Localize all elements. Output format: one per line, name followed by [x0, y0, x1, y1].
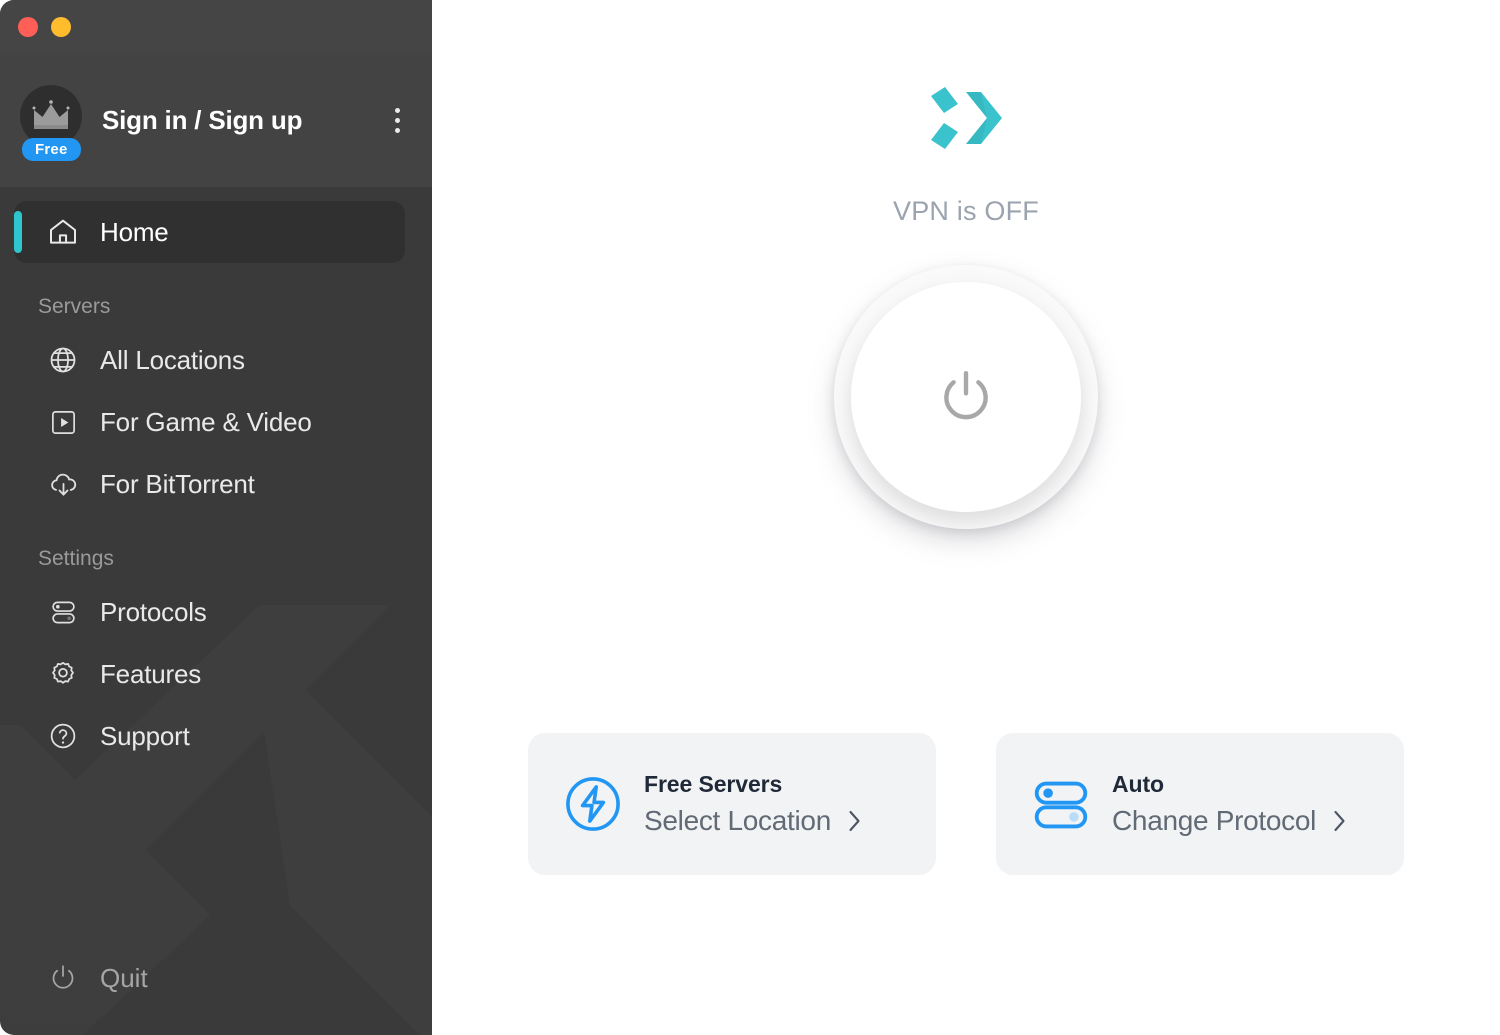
- sidebar-item-label: For BitTorrent: [100, 468, 255, 499]
- account-name: Sign in / Sign up: [102, 104, 303, 135]
- sidebar-section-settings: Settings Protocols Features Support: [0, 521, 432, 767]
- sidebar-item-label: For Game & Video: [100, 406, 312, 437]
- sidebar-nav: Home Servers All Locations For Game & Vi…: [0, 187, 432, 767]
- lightning-circle-icon: [560, 772, 626, 836]
- sidebar-section-title: Servers: [38, 295, 111, 318]
- toggles-icon: [46, 595, 80, 629]
- sidebar-item-for-bittorrent[interactable]: For BitTorrent: [14, 453, 405, 515]
- app-window: Free Sign in / Sign up Home Servers All …: [0, 0, 1500, 1035]
- power-button[interactable]: [834, 265, 1098, 529]
- power-icon: [944, 371, 988, 420]
- avatar: Free: [20, 85, 82, 161]
- minimize-button[interactable]: [51, 16, 71, 37]
- chevron-right-icon: [1332, 808, 1348, 834]
- cloud-download-icon: [46, 467, 80, 501]
- free-badge: Free: [22, 138, 81, 161]
- card-action[interactable]: Select Location: [644, 805, 863, 837]
- sidebar-item-label: Home: [100, 216, 169, 247]
- change-protocol-card[interactable]: Auto Change Protocol: [996, 733, 1404, 875]
- kebab-menu-icon[interactable]: [384, 104, 410, 136]
- card-action-label: Select Location: [644, 805, 831, 836]
- sidebar-item-all-locations[interactable]: All Locations: [14, 329, 405, 391]
- sidebar-item-label: Features: [100, 658, 202, 689]
- free-servers-card[interactable]: Free Servers Select Location: [528, 733, 936, 875]
- sidebar-item-support[interactable]: Support: [14, 705, 405, 767]
- sidebar-item-home[interactable]: Home: [14, 201, 405, 263]
- play-square-icon: [46, 405, 80, 439]
- sidebar: Free Sign in / Sign up Home Servers All …: [0, 0, 432, 1035]
- change-protocol-card-text: Auto Change Protocol: [1112, 771, 1348, 837]
- free-servers-card-text: Free Servers Select Location: [644, 771, 863, 837]
- titlebar: [0, 0, 432, 53]
- sidebar-item-label: Protocols: [100, 596, 207, 627]
- main-content: VPN is OFF Free Servers Select Location …: [432, 0, 1500, 1035]
- close-button[interactable]: [18, 16, 38, 37]
- x-logo-icon: [931, 87, 1002, 149]
- card-title: Free Servers: [644, 771, 783, 797]
- power-icon: [46, 961, 80, 995]
- card-action[interactable]: Change Protocol: [1112, 805, 1348, 837]
- sidebar-item-label: Support: [100, 720, 190, 751]
- crown-icon: [32, 100, 70, 129]
- sidebar-item-for-game-video[interactable]: For Game & Video: [14, 391, 405, 453]
- globe-icon: [46, 343, 80, 377]
- sidebar-section-servers: Servers All Locations For Game & Video F…: [0, 269, 432, 515]
- gear-icon: [46, 657, 80, 691]
- account-bar[interactable]: Free Sign in / Sign up: [0, 53, 432, 187]
- sidebar-section-title: Settings: [38, 547, 114, 570]
- sidebar-item-protocols[interactable]: Protocols: [14, 581, 405, 643]
- card-action-label: Change Protocol: [1112, 805, 1317, 836]
- active-indicator: [14, 211, 22, 253]
- chevron-right-icon: [847, 808, 863, 834]
- sidebar-item-label: Quit: [100, 962, 148, 993]
- question-circle-icon: [46, 719, 80, 753]
- protocol-toggles-icon: [1028, 773, 1094, 835]
- vpn-status-text: VPN is OFF: [892, 196, 1039, 226]
- action-cards: Free Servers Select Location Auto Change…: [432, 733, 1500, 875]
- card-title: Auto: [1112, 771, 1164, 797]
- power-button-face[interactable]: [851, 282, 1081, 512]
- sidebar-item-label: All Locations: [100, 344, 245, 375]
- sidebar-item-quit[interactable]: Quit: [0, 961, 432, 995]
- sidebar-item-features[interactable]: Features: [14, 643, 405, 705]
- home-icon: [46, 215, 80, 249]
